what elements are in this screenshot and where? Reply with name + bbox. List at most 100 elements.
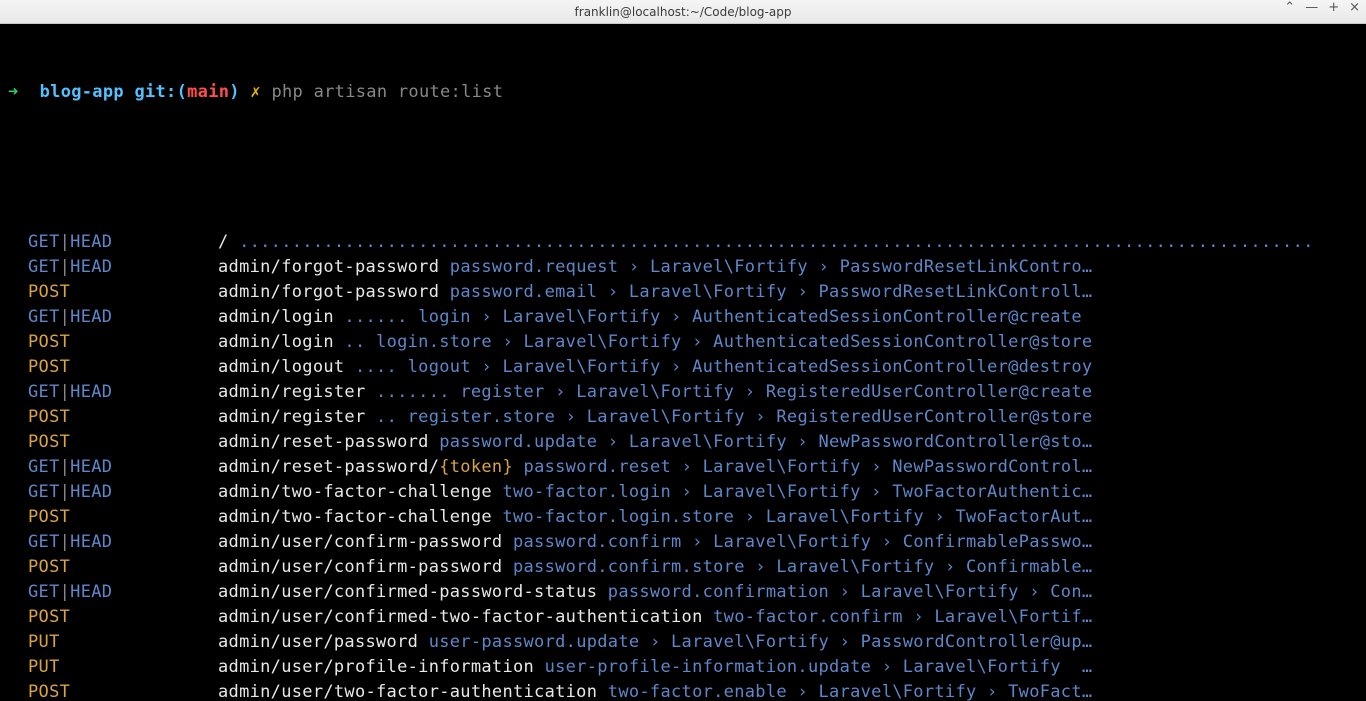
route-controller: › Laravel\Fortify › PasswordController@u…: [639, 632, 1092, 652]
route-detail: admin/register .. register.store › Larav…: [218, 405, 1092, 430]
window-up-button[interactable]: ⌃: [1284, 0, 1295, 15]
route-list: GET|HEAD/ ..............................…: [8, 230, 1356, 701]
route-detail: admin/user/password user-password.update…: [218, 630, 1092, 655]
route-dots: ........................................…: [229, 232, 1325, 252]
route-method-column: PUT: [8, 655, 218, 680]
method-separator: |: [60, 307, 71, 327]
route-uri: admin/user/confirmed-password-status: [218, 582, 608, 602]
route-method: HEAD: [70, 382, 112, 402]
route-controller: › Laravel\Fortify › PasswordResetLinkCon…: [618, 257, 1092, 277]
route-controller: › Laravel\Fortify › TwoFact…: [787, 682, 1093, 701]
route-name: two-factor.confirm: [713, 607, 903, 627]
route-method: GET: [28, 457, 60, 477]
route-method: HEAD: [70, 482, 112, 502]
route-uri: admin/two-factor-challenge: [218, 482, 502, 502]
route-detail: admin/user/confirmed-password-status pas…: [218, 580, 1092, 605]
route-controller: › Laravel\Fortify › ConfirmablePasswo…: [682, 532, 1093, 552]
route-row: POSTadmin/reset-password password.update…: [8, 430, 1356, 455]
route-detail: admin/forgot-password password.request ›…: [218, 255, 1092, 280]
route-detail: admin/user/two-factor-authentication two…: [218, 680, 1092, 701]
window-buttons: ⌃ — + ×: [1284, 0, 1360, 15]
route-row: POSTadmin/user/two-factor-authentication…: [8, 680, 1356, 701]
route-method: GET: [28, 482, 60, 502]
method-separator: |: [60, 232, 71, 252]
prompt-branch: main: [187, 80, 229, 105]
route-uri: admin/logout: [218, 357, 355, 377]
route-method-column: POST: [8, 405, 218, 430]
route-detail: admin/reset-password password.update › L…: [218, 430, 1092, 455]
route-uri: admin/register: [218, 407, 376, 427]
route-method-column: GET|HEAD: [8, 230, 218, 255]
route-name: password.request: [450, 257, 619, 277]
route-dots: ..: [376, 407, 408, 427]
route-row: POST admin/register .. register.store › L…: [8, 405, 1356, 430]
route-name: register: [460, 382, 544, 402]
route-controller: › Laravel\Fortify › TwoFactorAut…: [734, 507, 1092, 527]
route-method: GET: [28, 257, 60, 277]
route-method: POST: [28, 557, 70, 577]
route-row: PUTadmin/user/profile-information user-p…: [8, 655, 1356, 680]
method-separator: |: [60, 257, 71, 277]
route-dots: ....: [355, 357, 408, 377]
route-method: POST: [28, 407, 70, 427]
route-detail: admin/login ...... login › Laravel\Forti…: [218, 305, 1082, 330]
route-controller: › Laravel\Fortify › NewPasswordControlle…: [597, 432, 1092, 452]
route-controller: › Laravel\Fortify › RegisteredUserContro…: [555, 407, 1092, 427]
route-method-column: GET|HEAD: [8, 255, 218, 280]
route-method-column: POST: [8, 555, 218, 580]
route-controller: › Laravel\Fortify › Confirmable…: [745, 557, 1093, 577]
route-row: POST admin/two-factor-challenge two-facto…: [8, 505, 1356, 530]
route-row: GET|HEADadmin/register ....... register …: [8, 380, 1356, 405]
route-row: POSTadmin/forgot-password password.email…: [8, 280, 1356, 305]
route-row: GET|HEAD/ ..............................…: [8, 230, 1356, 255]
route-method: POST: [28, 607, 70, 627]
route-name: login.store: [376, 332, 492, 352]
route-detail: admin/reset-password/{token} password.re…: [218, 455, 1092, 480]
route-name: password.email: [450, 282, 598, 302]
window-close-button[interactable]: ×: [1349, 0, 1360, 15]
route-row: POSTadmin/login .. login.store › Laravel…: [8, 330, 1356, 355]
route-controller: › Laravel\Fortify › AuthenticatedSession…: [471, 307, 1082, 327]
route-uri: admin/user/profile-information: [218, 657, 545, 677]
route-method-column: POST: [8, 605, 218, 630]
route-controller: › Laravel\Fortify › PasswordResetLinkCon…: [597, 282, 1092, 302]
route-name: two-factor.login: [502, 482, 671, 502]
prompt-arrow-icon: ➜: [8, 80, 19, 105]
route-uri: admin/forgot-password: [218, 282, 450, 302]
route-method-column: GET|HEAD: [8, 530, 218, 555]
window-min-button[interactable]: —: [1305, 0, 1318, 15]
route-name: password.confirm: [513, 532, 682, 552]
route-method: HEAD: [70, 232, 112, 252]
route-uri: admin/user/confirm-password: [218, 557, 513, 577]
route-method: HEAD: [70, 257, 112, 277]
route-uri: admin/two-factor-challenge: [218, 507, 502, 527]
route-row: POST admin/user/confirm-password password…: [8, 555, 1356, 580]
prompt-dirty-icon: ✗: [250, 80, 261, 105]
route-detail: admin/user/confirm-password password.con…: [218, 555, 1092, 580]
route-method: GET: [28, 532, 60, 552]
route-controller: › Laravel\Fortif…: [903, 607, 1093, 627]
route-method-column: GET|HEAD: [8, 580, 218, 605]
route-row: POSTadmin/logout .... logout › Laravel\F…: [8, 355, 1356, 380]
terminal[interactable]: ➜ blog-app git:(main) ✗ php artisan rout…: [0, 24, 1366, 701]
route-row: GET|HEADadmin/user/confirmed-password-st…: [8, 580, 1356, 605]
route-method-column: GET|HEAD: [8, 305, 218, 330]
blank-line: [8, 155, 1356, 180]
route-uri: admin/user/two-factor-authentication: [218, 682, 608, 701]
route-method: POST: [28, 507, 70, 527]
method-separator: |: [60, 482, 71, 502]
window-max-button[interactable]: +: [1328, 0, 1339, 15]
route-name: logout: [408, 357, 471, 377]
route-method: POST: [28, 357, 70, 377]
route-controller: › Laravel\Fortify › RegisteredUserContro…: [545, 382, 1093, 402]
route-detail: admin/user/confirm-password password.con…: [218, 530, 1092, 555]
route-method: GET: [28, 582, 60, 602]
route-name: login: [418, 307, 471, 327]
route-token: {token}: [439, 457, 513, 477]
route-row: GET|HEADadmin/forgot-password password.r…: [8, 255, 1356, 280]
route-method-column: POST: [8, 680, 218, 701]
route-name: password.confirm.store: [513, 557, 745, 577]
route-detail: admin/two-factor-challenge two-factor.lo…: [218, 505, 1092, 530]
method-separator: |: [60, 582, 71, 602]
route-method: HEAD: [70, 532, 112, 552]
